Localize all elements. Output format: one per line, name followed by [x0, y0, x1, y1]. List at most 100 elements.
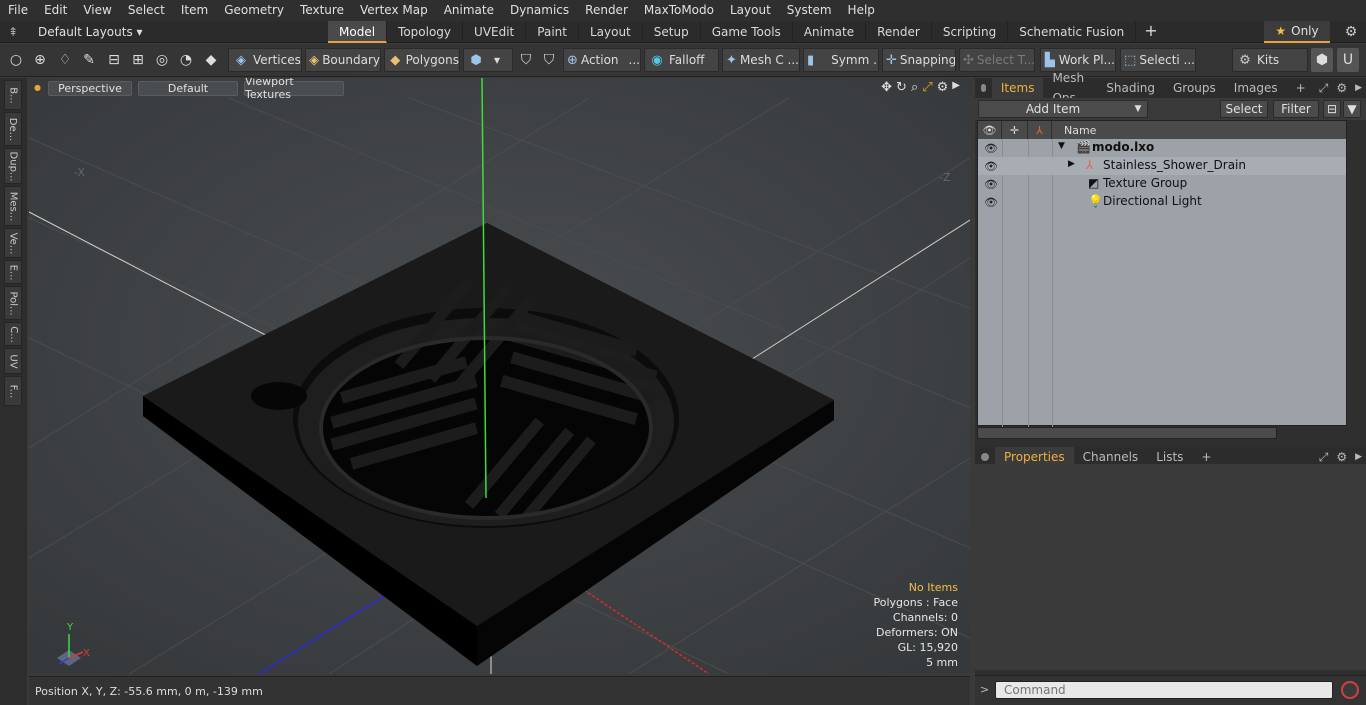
menu-system[interactable]: System [779, 0, 840, 21]
record-macro-icon[interactable] [1341, 681, 1359, 699]
menu-select[interactable]: Select [120, 0, 173, 21]
circle-select-icon[interactable]: ○ [5, 48, 27, 72]
only-toggle[interactable]: ★ Only [1264, 21, 1330, 43]
brush-icon[interactable]: ✎ [78, 48, 100, 72]
left-tab-edge[interactable]: E... [4, 260, 22, 284]
clock-icon[interactable]: ◔ [175, 48, 197, 72]
snapping-button[interactable]: ✛ Snapping [882, 48, 956, 72]
expand-right-icon[interactable]: ▶ [952, 80, 960, 95]
tab-render[interactable]: Render [866, 21, 932, 43]
left-tab-mesh-edit[interactable]: Mes... [4, 186, 22, 226]
visibility-column-icon[interactable]: 👁 [978, 121, 1002, 139]
unreal-icon[interactable]: U [1337, 48, 1359, 72]
list-item[interactable]: 👁 💡 Directional Light [978, 193, 1346, 211]
add-panel-tab-icon[interactable]: + [1287, 78, 1315, 98]
filter-button[interactable]: Filter [1273, 100, 1319, 118]
menu-item[interactable]: Item [173, 0, 216, 21]
polygons-button[interactable]: ◆ Polygons [384, 48, 460, 72]
snap-shield-icon[interactable]: ⛉ [515, 48, 537, 72]
panel-menu-icon[interactable] [981, 453, 989, 461]
add-item-dropdown-icon[interactable]: ▼ [1129, 100, 1147, 118]
symmetry-shield-icon[interactable]: ⛉ [538, 48, 560, 72]
panel-expand-icon[interactable]: ▶ [1351, 78, 1366, 98]
tab-shading[interactable]: Shading [1097, 78, 1164, 98]
boundary-button[interactable]: ◈ Boundary [305, 48, 381, 72]
tab-animate[interactable]: Animate [793, 21, 867, 43]
left-tab-deform[interactable]: De... [4, 112, 22, 146]
mesh-constraint-button[interactable]: ✦ Mesh C ... [722, 48, 800, 72]
layout-selector[interactable]: ⇞ Default Layouts ▾ [0, 21, 143, 43]
selection-sets-button[interactable]: ⬚ Selecti ... [1120, 48, 1196, 72]
view-type-button[interactable]: Perspective [48, 80, 132, 96]
lock-column-icon[interactable]: ✛ [1002, 121, 1028, 139]
left-tab-polygon[interactable]: Pol... [4, 286, 22, 320]
pin-icon[interactable]: ⇞ [0, 25, 26, 39]
panel-gear-icon[interactable]: ⚙ [1332, 78, 1351, 98]
select-through-button[interactable]: ✣ Select T... [959, 48, 1035, 72]
tab-paint[interactable]: Paint [526, 21, 579, 43]
menu-dynamics[interactable]: Dynamics [502, 0, 577, 21]
name-column-header[interactable]: Name [1052, 121, 1346, 139]
add-item-button[interactable]: Add Item [978, 100, 1148, 118]
shading-mode-button[interactable]: Default [138, 80, 238, 96]
vertices-button[interactable]: ◈ Vertices [228, 48, 302, 72]
funnel-icon[interactable]: ▼ [1343, 100, 1361, 118]
viewport-menu-dot-icon[interactable]: ● [34, 84, 42, 92]
list-item[interactable]: 👁 ▶ ⅄ Stainless_Shower_Drain [978, 157, 1346, 175]
tab-setup[interactable]: Setup [643, 21, 701, 43]
item-list-scrollbar[interactable] [977, 427, 1277, 439]
zoom-icon[interactable]: ⌕ [911, 80, 918, 95]
expand-arrow-icon[interactable]: ▶ [1068, 159, 1075, 169]
menu-texture[interactable]: Texture [292, 0, 352, 21]
visibility-eye-icon[interactable]: 👁 [984, 160, 998, 173]
menu-layout[interactable]: Layout [722, 0, 779, 21]
visibility-eye-icon[interactable]: 👁 [984, 142, 998, 155]
left-tab-curve[interactable]: C... [4, 322, 22, 346]
panel-menu-icon[interactable] [981, 84, 986, 92]
left-tab-uv[interactable]: UV [4, 348, 22, 374]
material-mode-button[interactable]: ⬢ ▾ [463, 48, 513, 72]
tab-groups[interactable]: Groups [1164, 78, 1225, 98]
left-tab-vertex[interactable]: Ve... [4, 228, 22, 258]
menu-maxtomodo[interactable]: MaxToModo [636, 0, 722, 21]
left-tab-basic[interactable]: B... [4, 80, 22, 110]
menu-view[interactable]: View [75, 0, 119, 21]
menu-animate[interactable]: Animate [436, 0, 502, 21]
add-tab-icon[interactable]: + [1136, 21, 1165, 43]
locator-column-icon[interactable]: ⅄ [1028, 121, 1052, 139]
collapse-icon[interactable]: ⊟ [1323, 100, 1341, 118]
viewport-settings-icon[interactable]: ⚙ [937, 80, 949, 95]
visibility-eye-icon[interactable]: 👁 [984, 196, 998, 209]
viewport-textures-button[interactable]: Viewport Textures [244, 78, 344, 101]
menu-geometry[interactable]: Geometry [216, 0, 292, 21]
maximize-panel-icon[interactable]: ⤢ [1315, 78, 1333, 98]
symmetry-button[interactable]: ▮Symm ... [803, 48, 879, 72]
menu-render[interactable]: Render [577, 0, 636, 21]
select-button[interactable]: Select [1220, 100, 1268, 118]
tab-topology[interactable]: Topology [387, 21, 464, 43]
list-item[interactable]: 👁 ▼ 🎬 modo.lxo [978, 139, 1346, 157]
gear-icon[interactable]: ⚙ [1336, 21, 1366, 43]
action-center-button[interactable]: ⊕ Action... [563, 48, 641, 72]
tab-layout[interactable]: Layout [579, 21, 643, 43]
tab-schematic-fusion[interactable]: Schematic Fusion [1008, 21, 1137, 43]
modo-cube-icon[interactable]: ⬢ [1311, 48, 1333, 72]
globe-icon[interactable]: ⊕ [29, 48, 51, 72]
3d-viewport[interactable]: -X -Z Y X ● Perspective Default Viewport… [29, 78, 970, 674]
menu-help[interactable]: Help [840, 0, 883, 21]
pen-icon[interactable]: ♢ [54, 48, 76, 72]
frame-icon[interactable]: ◎ [151, 48, 173, 72]
tab-items[interactable]: Items [991, 78, 1044, 98]
visibility-eye-icon[interactable]: 👁 [984, 178, 998, 191]
command-input[interactable] [995, 681, 1333, 699]
list-item[interactable]: 👁 ◩ Texture Group [978, 175, 1346, 193]
align-icon[interactable]: ⊟ [103, 48, 125, 72]
tab-uvedit[interactable]: UVEdit [463, 21, 527, 43]
rotate-view-icon[interactable]: ↻ [896, 80, 907, 95]
menu-file[interactable]: File [0, 0, 36, 21]
item-mode-icon[interactable]: ◆ [200, 48, 222, 72]
left-tab-duplicate[interactable]: Dup... [4, 148, 22, 184]
move-view-icon[interactable]: ✥ [881, 80, 892, 95]
collapse-arrow-icon[interactable]: ▼ [1058, 141, 1065, 151]
falloff-button[interactable]: ◉ Falloff [644, 48, 719, 72]
